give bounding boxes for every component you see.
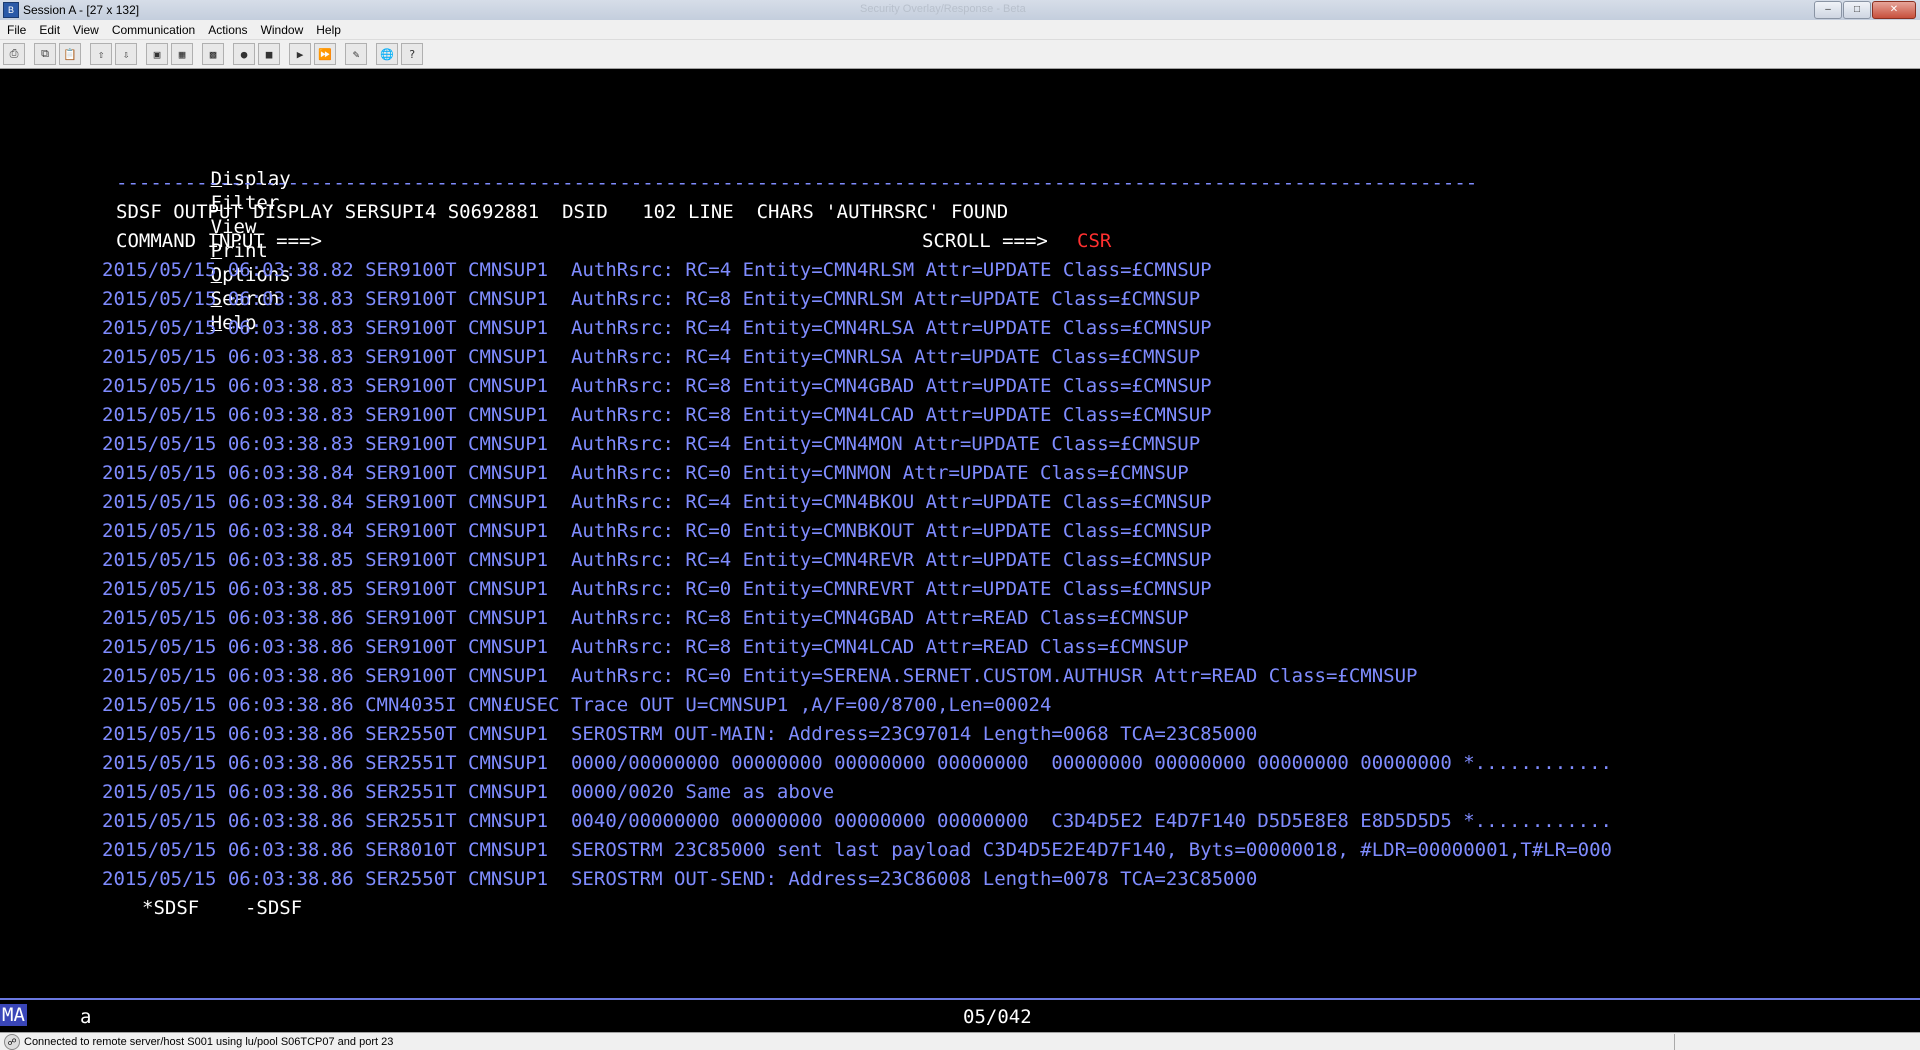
macro-play-2-icon[interactable]: ⏩ xyxy=(314,43,336,65)
output-line: 2015/05/15 06:03:38.83 SER9100T CMNSUP1 … xyxy=(102,433,1201,455)
minimize-button[interactable]: – xyxy=(1814,1,1842,19)
output-line: 2015/05/15 06:03:38.86 SER8010T CMNSUP1 … xyxy=(102,839,1612,861)
menu-edit[interactable]: Edit xyxy=(32,23,66,37)
menu-communication[interactable]: Communication xyxy=(105,23,201,37)
globe-icon[interactable]: 🌐 xyxy=(376,43,398,65)
connection-icon: ☍ xyxy=(4,1034,20,1050)
sdsf-header: SDSF OUTPUT DISPLAY SERSUPI4 S0692881 DS… xyxy=(116,201,1009,223)
output-line: 2015/05/15 06:03:38.86 SER2551T CMNSUP1 … xyxy=(102,810,1612,832)
menu-bar: File Edit View Communication Actions Win… xyxy=(0,20,1920,40)
output-line: 2015/05/15 06:03:38.86 SER2551T CMNSUP1 … xyxy=(102,752,1612,774)
customize-icon[interactable]: ✎ xyxy=(345,43,367,65)
status-bar: ☍ Connected to remote server/host S001 u… xyxy=(0,1032,1920,1050)
oia-mode: MA xyxy=(0,1004,27,1026)
color-map-icon[interactable]: ▩ xyxy=(202,43,224,65)
copy-icon[interactable]: ⧉ xyxy=(34,43,56,65)
background-window-title: Security Overlay/Response - Beta xyxy=(860,3,1026,15)
macro-record-icon[interactable]: ● xyxy=(233,43,255,65)
output-line: 2015/05/15 06:03:38.86 CMN4035I CMN£USEC… xyxy=(102,694,1052,716)
macro-stop-icon[interactable]: ■ xyxy=(258,43,280,65)
output-line: 2015/05/15 06:03:38.83 SER9100T CMNSUP1 … xyxy=(102,404,1212,426)
print-screen-icon[interactable]: ⎙ xyxy=(3,43,25,65)
output-line: 2015/05/15 06:03:38.86 SER9100T CMNSUP1 … xyxy=(102,607,1189,629)
send-file-icon[interactable]: ⇧ xyxy=(90,43,112,65)
output-line: 2015/05/15 06:03:38.86 SER2551T CMNSUP1 … xyxy=(102,781,835,803)
output-line: 2015/05/15 06:03:38.86 SER2550T CMNSUP1 … xyxy=(102,723,1258,745)
output-line: 2015/05/15 06:03:38.86 SER9100T CMNSUP1 … xyxy=(102,665,1418,687)
output-line: 2015/05/15 06:03:38.85 SER9100T CMNSUP1 … xyxy=(102,578,1212,600)
macro-play-icon[interactable]: ▶ xyxy=(289,43,311,65)
operator-info-area: MA a 05/042 xyxy=(0,1000,1920,1032)
menu-window[interactable]: Window xyxy=(254,23,310,37)
separator-line: ----------------------------------------… xyxy=(116,172,1478,194)
cursor-position: 05/042 xyxy=(963,1006,1032,1028)
output-line: 2015/05/15 06:03:38.83 SER9100T CMNSUP1 … xyxy=(102,375,1212,397)
output-line: 2015/05/15 06:03:38.86 SER2550T CMNSUP1 … xyxy=(102,868,1258,890)
maximize-button[interactable]: □ xyxy=(1843,1,1871,19)
title-bar: B Session A - [27 x 132] Security Overla… xyxy=(0,0,1920,20)
output-line: 2015/05/15 06:03:38.82 SER9100T CMNSUP1 … xyxy=(102,259,1212,281)
emulator-window: B Session A - [27 x 132] Security Overla… xyxy=(0,0,1920,1050)
terminal-screen[interactable]: Display Filter View Print Options Search… xyxy=(0,69,1920,998)
command-input-label: COMMAND INPUT ===> xyxy=(116,230,322,252)
toolbar: ⎙ ⧉ 📋 ⇧ ⇩ ▣ ▦ ▩ ● ■ ▶ ⏩ ✎ 🌐 ? xyxy=(0,40,1920,69)
output-line: 2015/05/15 06:03:38.83 SER9100T CMNSUP1 … xyxy=(102,288,1201,310)
status-divider xyxy=(1674,1034,1675,1050)
window-controls: – □ ✕ xyxy=(1813,1,1916,19)
menu-actions[interactable]: Actions xyxy=(201,23,253,37)
output-line: 2015/05/15 06:03:38.84 SER9100T CMNSUP1 … xyxy=(102,491,1212,513)
menu-help[interactable]: Help xyxy=(309,23,347,37)
paste-icon[interactable]: 📋 xyxy=(59,43,81,65)
close-button[interactable]: ✕ xyxy=(1872,1,1916,19)
output-line: 2015/05/15 06:03:38.84 SER9100T CMNSUP1 … xyxy=(102,520,1212,542)
output-line: 2015/05/15 06:03:38.84 SER9100T CMNSUP1 … xyxy=(102,462,1189,484)
scroll-amount-field[interactable]: CSR xyxy=(1077,229,1111,253)
help-icon[interactable]: ? xyxy=(401,43,423,65)
display-icon[interactable]: ▣ xyxy=(146,43,168,65)
keypad-icon[interactable]: ▦ xyxy=(171,43,193,65)
output-line: 2015/05/15 06:03:38.83 SER9100T CMNSUP1 … xyxy=(102,317,1212,339)
oia-indicator: a xyxy=(80,1006,92,1028)
connection-status: Connected to remote server/host S001 usi… xyxy=(24,1036,394,1048)
scroll-label: SCROLL ===> xyxy=(922,230,1048,252)
output-line: 2015/05/15 06:03:38.83 SER9100T CMNSUP1 … xyxy=(102,346,1201,368)
menu-view[interactable]: View xyxy=(66,23,105,37)
menu-file[interactable]: File xyxy=(0,23,32,37)
output-line: 2015/05/15 06:03:38.85 SER9100T CMNSUP1 … xyxy=(102,549,1212,571)
session-icon[interactable]: B xyxy=(3,2,19,18)
receive-file-icon[interactable]: ⇩ xyxy=(115,43,137,65)
sdsf-footer: *SDSF -SDSF xyxy=(142,897,303,919)
output-line: 2015/05/15 06:03:38.86 SER9100T CMNSUP1 … xyxy=(102,636,1189,658)
